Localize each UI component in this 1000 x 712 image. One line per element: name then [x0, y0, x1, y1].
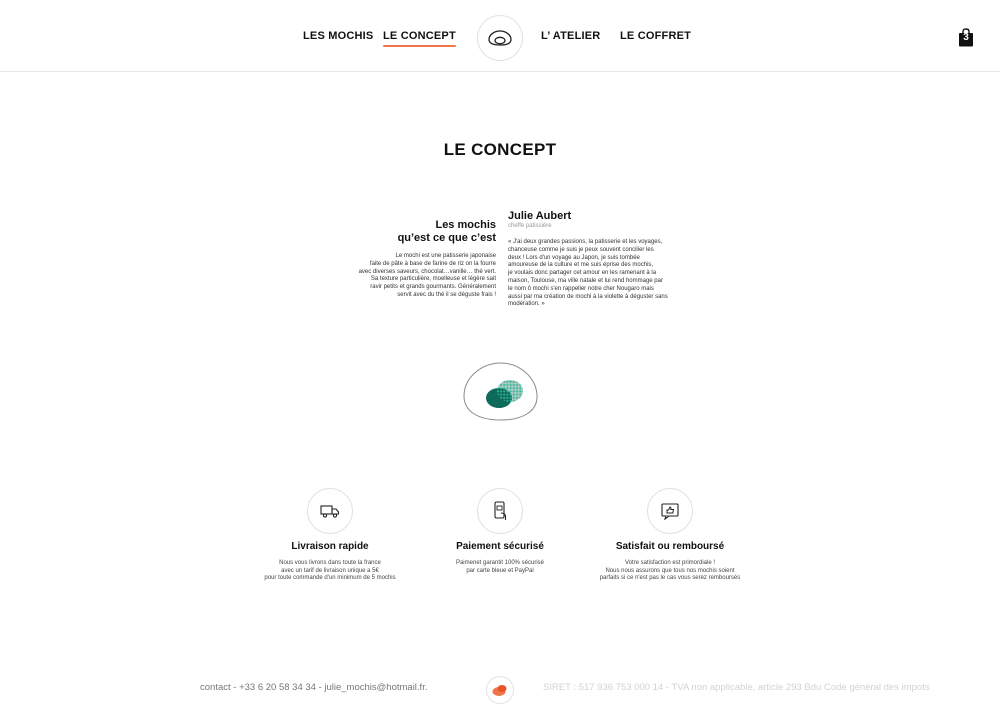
- chef-role: cheffe patissière: [508, 223, 552, 229]
- mochis-heading-line: qu’est ce que c’est: [397, 232, 496, 244]
- quote-line: je voulais donc partager cet amour en le…: [508, 270, 657, 277]
- nav-link-le-coffret[interactable]: LE COFFRET: [620, 30, 691, 42]
- feature-line: Nous nous assurons que tous nos mochis s…: [605, 567, 735, 574]
- active-nav-underline: [383, 45, 456, 47]
- mochis-heading-line: Les mochis: [435, 219, 496, 231]
- mochis-heading: Les mochis qu’est ce que c’est: [340, 219, 496, 245]
- description-line: avec diverses saveurs, chocolat…vanille……: [358, 268, 496, 275]
- feature-line: Votre satisfaction est primordiale !: [624, 560, 716, 566]
- cart-button[interactable]: 3: [958, 28, 974, 47]
- thumbs-up-icon: [661, 503, 679, 520]
- footer-contact[interactable]: contact - +33 6 20 58 34 34 - julie_moch…: [200, 682, 427, 693]
- chef-quote: « J'ai deux grandes passions, la patisse…: [508, 239, 700, 309]
- footer-legal-notice: SIRET : 517 936 753 000 14 - TVA non app…: [543, 682, 930, 693]
- quote-line: le nom ô mochi s'en rappeller notre cher…: [508, 285, 654, 292]
- feature-line: pour toute commande d'un minimum de 5 mo…: [264, 575, 396, 582]
- feature-icon-wrapper: [647, 488, 693, 534]
- description-line: faite de pâte à base de farine de riz on…: [369, 260, 496, 267]
- quote-line: amoureuse de la culture et me suis épris…: [508, 262, 654, 269]
- quote-line: « J'ai deux grandes passions, la patisse…: [508, 239, 663, 245]
- footer-logo[interactable]: [486, 676, 514, 704]
- description-line: Sa texture particulière, moelleuse et lé…: [370, 276, 496, 283]
- nav-link-le-concept[interactable]: LE CONCEPT: [383, 30, 456, 47]
- chef-name: Julie Aubert: [508, 210, 572, 222]
- feature-satisfaction: Satisfait ou remboursé Votre satisfactio…: [570, 488, 770, 583]
- mochis-description: Le mochi est une patisserie japonaise fa…: [336, 253, 496, 300]
- feature-title: Satisfait ou remboursé: [615, 541, 725, 552]
- phone-payment-icon: [494, 501, 507, 520]
- quote-line: maison, Toulouse, ma ville natale et lui…: [508, 277, 663, 284]
- mochi-illustration: [463, 362, 538, 421]
- truck-icon: [320, 505, 340, 518]
- description-line: Le mochi est une patisserie japonaise: [395, 253, 496, 259]
- nav-link-l-atelier[interactable]: L’ ATELIER: [541, 30, 600, 42]
- mochi-logo-icon: [488, 30, 512, 46]
- site-header: LES MOCHIS LE CONCEPT L’ ATELIER LE COFF…: [0, 0, 1000, 72]
- nav-link-les-mochis[interactable]: LES MOCHIS: [303, 30, 373, 42]
- site-logo[interactable]: [477, 15, 523, 61]
- mochi-logo-icon: [492, 685, 507, 696]
- feature-icon-wrapper: [307, 488, 353, 534]
- quote-line: chanceuse comme je suis je peux souvent …: [508, 246, 654, 253]
- quote-line: modération. »: [508, 301, 545, 308]
- feature-icon-wrapper: [477, 488, 523, 534]
- description-line: servit avec du thé il se déguste frais !: [397, 291, 496, 298]
- feature-line: parfaits si ce n'est pas le cas vous ser…: [599, 575, 741, 582]
- nav-link-label: LE CONCEPT: [383, 30, 456, 42]
- quote-line: deux ! Lors d'un voyage au Japon, je sui…: [508, 254, 640, 261]
- feature-description: Votre satisfaction est primordiale ! Nou…: [570, 560, 770, 583]
- cart-count-badge: 3: [963, 32, 969, 43]
- description-line: ravir petits et grands gourmants. Généra…: [370, 284, 496, 291]
- page-title: LE CONCEPT: [443, 140, 557, 159]
- quote-line: aussi par ma création de mochi à la viol…: [508, 293, 668, 300]
